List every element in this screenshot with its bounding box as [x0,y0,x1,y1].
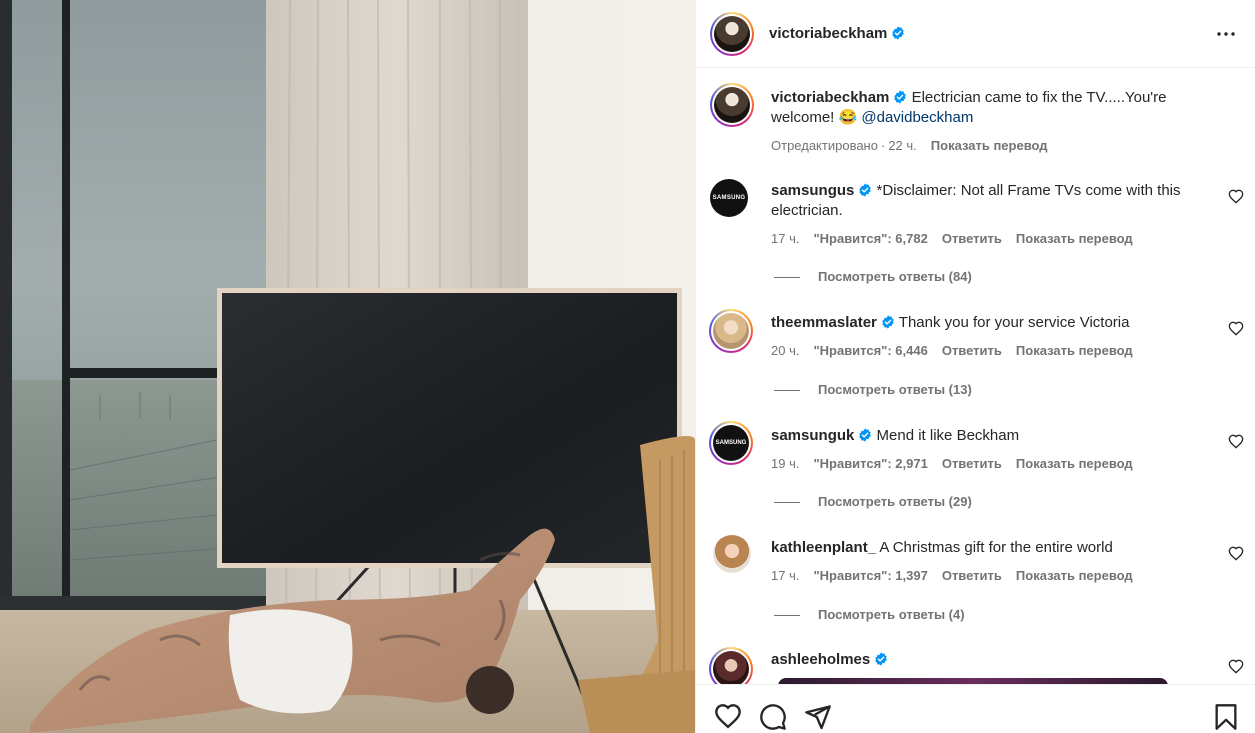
reply-button[interactable]: Ответить [942,231,1002,246]
bookmark-icon[interactable] [1212,703,1240,731]
reply-button[interactable]: Ответить [942,343,1002,358]
comment-meta: 20 ч. "Нравится": 6,446 Ответить Показать п… [771,343,1147,358]
comment-username[interactable]: theemmaslater [771,314,877,331]
comment-avatar-theemmaslater[interactable] [709,309,753,353]
comment-time[interactable]: 20 ч. [771,343,799,358]
view-replies-button[interactable]: Посмотреть ответы (13) [774,382,972,397]
comment-theemmaslater: theemmaslater Thank you for your service… [771,313,1211,333]
verified-badge-icon [894,90,907,104]
comment-time[interactable]: 19 ч. [771,456,799,471]
meta-separator: · [880,138,886,153]
comment-text: Mend it like Beckham [876,427,1020,444]
comment-icon[interactable] [759,703,787,731]
view-replies-label[interactable]: Посмотреть ответы (29) [818,494,972,509]
author-username-text[interactable]: victoriabeckham [769,25,887,42]
comment-avatar-samsunguk[interactable]: SAMSUNG [709,421,753,465]
comment-samsunguk: samsunguk Mend it like Beckham [771,426,1211,446]
post-actions-bar [696,684,1255,733]
translate-button[interactable]: Показать перевод [1016,456,1133,471]
comment-meta: 17 ч. "Нравится": 6,782 Ответить Показать п… [771,231,1147,246]
share-icon[interactable] [804,703,832,731]
comment-meta: 17 ч. "Нравится": 1,397 Ответить Показать п… [771,568,1147,583]
reply-button[interactable]: Ответить [942,568,1002,583]
post-header: victoriabeckham [696,0,1255,68]
reply-button[interactable]: Ответить [942,456,1002,471]
replies-divider [774,277,800,279]
view-replies-button[interactable]: Посмотреть ответы (84) [774,269,972,284]
comment-heart-icon[interactable] [1228,659,1244,675]
caption-time[interactable]: 22 ч. [888,138,916,153]
comment-time[interactable]: 17 ч. [771,568,799,583]
comments-list[interactable]: victoriabeckham Electrician came to fix … [696,69,1255,684]
more-options-icon[interactable] [1214,22,1238,46]
replies-divider [774,615,800,617]
comment-heart-icon[interactable] [1228,189,1244,205]
caption-text: victoriabeckham Electrician came to fix … [771,88,1211,128]
author-avatar[interactable] [710,12,754,56]
comment-kathleenplant: kathleenplant_ A Christmas gift for the … [771,538,1211,558]
verified-badge-icon [892,26,905,40]
view-replies-button[interactable]: Посмотреть ответы (29) [774,494,972,509]
replies-divider [774,390,800,392]
comment-username[interactable]: samsunguk [771,427,854,444]
comment-ashleeholmes: ashleeholmes [771,650,1211,670]
post-photo [0,0,695,733]
translate-button[interactable]: Показать перевод [1016,568,1133,583]
post-panel: victoriabeckham victoriabeckham Electric… [695,0,1255,733]
photo-scene [0,0,695,733]
view-replies-label[interactable]: Посмотреть ответы (13) [818,382,972,397]
verified-badge-icon [875,652,887,666]
author-username[interactable]: victoriabeckham [769,25,905,42]
comment-username[interactable]: ashleeholmes [771,651,870,668]
comment-text: A Christmas gift for the entire world [879,539,1113,556]
caption-meta: Отредактировано · 22 ч. Показать перевод [771,138,1062,153]
comment-avatar-samsungus[interactable]: SAMSUNG [710,179,748,217]
samsung-logo: SAMSUNG [713,425,749,461]
translate-button[interactable]: Показать перевод [1016,231,1133,246]
caption-translate-button[interactable]: Показать перевод [931,138,1048,153]
verified-badge-icon [859,428,872,442]
view-replies-button[interactable]: Посмотреть ответы (4) [774,607,965,622]
comment-samsungus: samsungus *Disclaimer: Not all Frame TVs… [771,181,1211,221]
edited-label: Отредактировано [771,138,878,153]
heart-icon[interactable] [714,703,742,731]
caption-avatar[interactable] [710,83,754,127]
comment-avatar-kathleenplant[interactable] [713,535,751,573]
translate-button[interactable]: Показать перевод [1016,343,1133,358]
comment-text: Thank you for your service Victoria [898,314,1130,331]
replies-divider [774,502,800,504]
comment-username[interactable]: samsungus [771,182,854,199]
caption-username[interactable]: victoriabeckham [771,89,889,106]
verified-badge-icon [859,183,872,197]
comment-heart-icon[interactable] [1228,434,1244,450]
comment-heart-icon[interactable] [1228,321,1244,337]
verified-badge-icon [882,315,894,329]
comment-heart-icon[interactable] [1228,546,1244,562]
comment-likes[interactable]: "Нравится": 2,971 [813,456,927,471]
comment-likes[interactable]: "Нравится": 1,397 [813,568,927,583]
caption-mention[interactable]: @davidbeckham [861,109,973,126]
comment-username[interactable]: kathleenplant_ [771,539,876,556]
view-replies-label[interactable]: Посмотреть ответы (4) [818,607,965,622]
comment-avatar-ashleeholmes[interactable] [709,647,753,684]
comment-likes[interactable]: "Нравится": 6,446 [813,343,927,358]
comment-likes[interactable]: "Нравится": 6,782 [813,231,927,246]
comment-meta: 19 ч. "Нравится": 2,971 Ответить Показать п… [771,456,1147,471]
view-replies-label[interactable]: Посмотреть ответы (84) [818,269,972,284]
comment-time[interactable]: 17 ч. [771,231,799,246]
